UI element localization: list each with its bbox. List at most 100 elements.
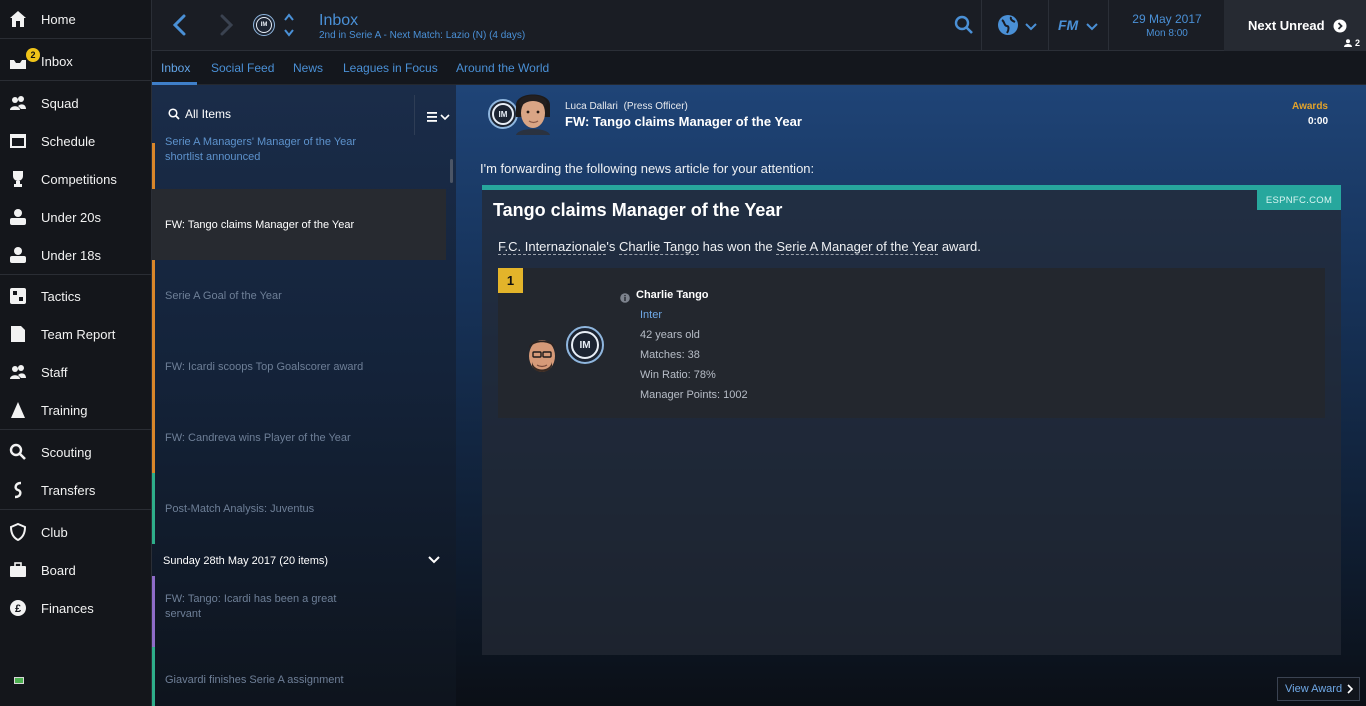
sidebar-item-team-report[interactable]: Team Report	[0, 315, 152, 353]
view-award-label: View Award	[1285, 683, 1343, 695]
briefcase-icon	[9, 561, 27, 579]
report-icon	[9, 325, 27, 343]
divider	[414, 95, 415, 135]
search-icon	[9, 443, 27, 461]
list-item-title: Serie A Managers' Manager of the Year	[165, 136, 357, 148]
divider	[0, 274, 152, 275]
list-item[interactable]: FW: Candreva wins Player of the Year	[152, 402, 446, 473]
tab-leagues-in-focus[interactable]: Leagues in Focus	[343, 61, 438, 75]
winner-age: 42 years old	[640, 329, 700, 341]
sidebar-item-under-20s[interactable]: Under 20s	[0, 198, 152, 236]
day-group-header[interactable]: Sunday 28th May 2017 (20 items)	[152, 546, 446, 576]
list-item[interactable]: FW: Tango: Icardi has been a great serva…	[152, 576, 446, 647]
sidebar-item-label: Transfers	[41, 482, 96, 498]
winner-points: Manager Points: 1002	[640, 389, 748, 401]
chevron-down-icon[interactable]	[1086, 19, 1098, 37]
sidebar-item-squad[interactable]: Squad	[0, 84, 152, 122]
sidebar-item-inbox[interactable]: 2 Inbox	[0, 42, 152, 80]
scrollbar[interactable]	[450, 159, 453, 183]
tab-around-the-world[interactable]: Around the World	[456, 61, 549, 75]
sidebar-item-transfers[interactable]: Transfers	[0, 471, 152, 509]
page-subtitle[interactable]: 2nd in Serie A - Next Match: Lazio (N) (…	[319, 30, 525, 41]
day-group-label: Sunday 28th May 2017 (20 items)	[163, 555, 329, 567]
club-link[interactable]: F.C. Internazionale	[498, 239, 607, 255]
list-item-title: shortlist announced	[165, 151, 261, 163]
chevron-right-icon	[1347, 684, 1354, 694]
list-item[interactable]: Giavardi finishes Serie A assignment	[152, 647, 446, 706]
winner-matches: Matches: 38	[640, 349, 700, 361]
tab-news[interactable]: News	[293, 61, 323, 75]
sidebar-item-label: Under 18s	[41, 247, 101, 263]
home-icon	[9, 10, 27, 28]
list-item[interactable]: Serie A Managers' Manager of the Year sh…	[152, 136, 446, 189]
article-text: award.	[938, 239, 981, 254]
list-item[interactable]: Post-Match Analysis: Juventus	[152, 473, 446, 544]
sidebar-item-label: Under 20s	[41, 209, 101, 225]
tab-inbox[interactable]: Inbox	[161, 61, 190, 75]
chevron-down-icon[interactable]	[1025, 19, 1037, 37]
manager-link[interactable]: Charlie Tango	[619, 239, 699, 255]
divider	[1108, 0, 1109, 51]
message-category: Awards	[1292, 101, 1328, 112]
next-unread-label: Next Unread	[1248, 18, 1325, 33]
search-icon[interactable]	[954, 15, 974, 40]
back-button[interactable]	[172, 14, 188, 41]
sidebar-item-board[interactable]: Board	[0, 551, 152, 589]
sidebar-item-club[interactable]: Club	[0, 513, 152, 551]
sort-menu-icon[interactable]	[427, 109, 451, 127]
club-crest-icon[interactable]: IM	[566, 326, 604, 364]
status-indicator-icon[interactable]	[14, 677, 24, 684]
info-icon[interactable]	[620, 290, 630, 308]
sidebar-item-home[interactable]: Home	[0, 0, 152, 38]
game-date[interactable]: 29 May 2017	[1114, 12, 1220, 26]
list-item[interactable]: FW: Icardi scoops Top Goalscorer award	[152, 331, 446, 402]
sender-name[interactable]: Luca Dallari	[565, 101, 618, 112]
search-icon	[168, 107, 180, 125]
view-award-button[interactable]: View Award	[1277, 677, 1360, 701]
avatar[interactable]	[522, 332, 562, 380]
next-unread-button[interactable]: Next Unread 2	[1224, 0, 1366, 51]
winner-club[interactable]: Inter	[640, 309, 662, 321]
forward-button[interactable]	[218, 14, 234, 41]
sidebar-item-training[interactable]: Training	[0, 391, 152, 429]
fm-logo-icon[interactable]: FM	[1058, 17, 1078, 33]
sidebar-item-competitions[interactable]: Competitions	[0, 160, 152, 198]
club-crest-icon[interactable]: IM	[253, 14, 275, 36]
divider	[981, 0, 982, 51]
top-bar: IM Inbox 2nd in Serie A - Next Match: La…	[152, 0, 1366, 51]
list-item[interactable]: Serie A Goal of the Year	[152, 260, 446, 331]
game-time: Mon 8:00	[1146, 28, 1188, 39]
winner-name[interactable]: Charlie Tango	[636, 289, 709, 301]
award-link[interactable]: Serie A Manager of the Year	[776, 239, 939, 255]
divider	[0, 80, 152, 81]
sidebar-item-tactics[interactable]: Tactics	[0, 277, 152, 315]
tactics-icon	[9, 287, 27, 305]
list-item-selected[interactable]: FW: Tango claims Manager of the Year	[152, 189, 446, 260]
divider	[1048, 0, 1049, 51]
inbox-icon: 2	[9, 48, 40, 70]
sidebar-item-label: Finances	[41, 600, 94, 616]
transfers-icon	[9, 481, 27, 499]
list-header: All Items	[152, 85, 456, 137]
sidebar-item-schedule[interactable]: Schedule	[0, 122, 152, 160]
club-switch-arrows-icon[interactable]	[284, 13, 294, 42]
person-icon	[1343, 39, 1352, 47]
chevron-down-icon[interactable]	[428, 556, 440, 568]
sidebar-item-finances[interactable]: £ Finances	[0, 589, 152, 627]
tab-social-feed[interactable]: Social Feed	[211, 61, 274, 75]
sidebar-item-scouting[interactable]: Scouting	[0, 433, 152, 471]
sidebar-item-staff[interactable]: Staff	[0, 353, 152, 391]
sidebar-item-label: Club	[41, 524, 68, 540]
sidebar-item-label: Competitions	[41, 171, 117, 187]
shield-icon	[9, 523, 27, 541]
u18-icon	[9, 246, 27, 264]
list-item-title: FW: Icardi scoops Top Goalscorer award	[165, 360, 364, 373]
winner-win-ratio: Win Ratio: 78%	[640, 369, 716, 381]
list-item-title: Serie A Goal of the Year	[165, 289, 282, 302]
globe-icon[interactable]	[997, 14, 1019, 41]
avatar[interactable]	[512, 89, 554, 135]
sidebar-item-label: Team Report	[41, 326, 116, 342]
sidebar-item-under-18s[interactable]: Under 18s	[0, 236, 152, 274]
filter-label[interactable]: All Items	[185, 107, 231, 121]
message-time: 0:00	[1307, 116, 1328, 127]
